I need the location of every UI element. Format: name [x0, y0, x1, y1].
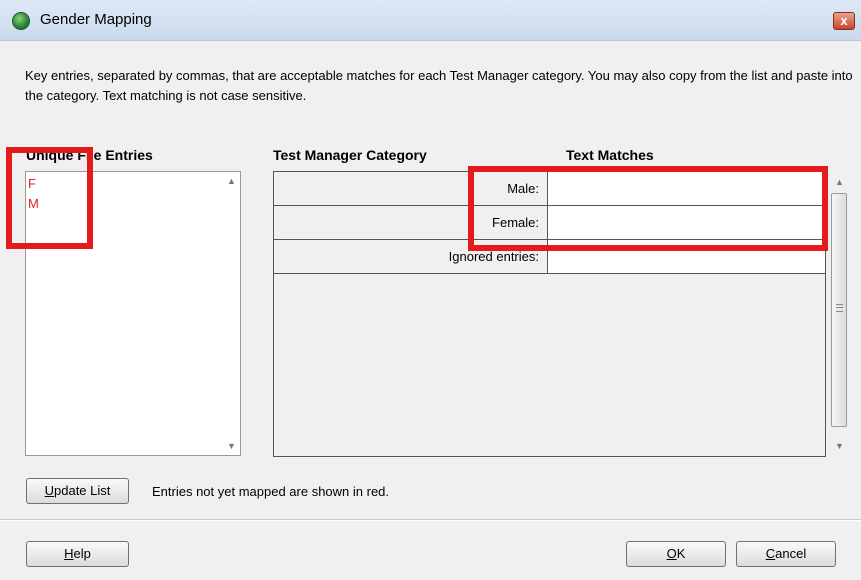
- cancel-label: ancel: [775, 546, 807, 561]
- title-bar: Gender Mapping x: [0, 0, 861, 41]
- grip-icon: [836, 304, 843, 312]
- grid-scroll-thumb[interactable]: [831, 193, 847, 427]
- highlight-box-matches: [468, 166, 828, 251]
- scroll-down-arrow-icon[interactable]: ▼: [227, 441, 236, 451]
- cancel-button[interactable]: Cancel: [736, 541, 836, 567]
- grid-scroll-down-icon[interactable]: ▼: [835, 441, 844, 451]
- app-globe-icon: [12, 12, 30, 30]
- cancel-mnemonic: C: [765, 546, 776, 561]
- help-button[interactable]: Help: [26, 541, 129, 567]
- text-matches-header: Text Matches: [566, 147, 654, 163]
- ok-button[interactable]: OK: [626, 541, 726, 567]
- category-header: Test Manager Category: [273, 147, 427, 163]
- grid-scrollbar[interactable]: ▲ ▼: [829, 171, 849, 457]
- list-scrollbar[interactable]: ▲ ▼: [224, 172, 240, 455]
- ok-mnemonic: O: [666, 546, 677, 561]
- grid-scroll-up-icon[interactable]: ▲: [835, 177, 844, 187]
- update-list-label: pdate List: [54, 483, 111, 498]
- window-title: Gender Mapping: [40, 11, 152, 28]
- help-label: elp: [73, 546, 91, 561]
- update-list-button[interactable]: Update List: [26, 478, 129, 504]
- update-list-mnemonic: U: [44, 483, 54, 498]
- instructions-text: Key entries, separated by commas, that a…: [25, 68, 853, 103]
- ok-label: K: [676, 546, 686, 561]
- highlight-box-entries: [6, 147, 93, 249]
- unmapped-note: Entries not yet mapped are shown in red.: [152, 484, 390, 499]
- footer-separator: [0, 519, 861, 521]
- scroll-up-arrow-icon[interactable]: ▲: [227, 176, 236, 186]
- close-button[interactable]: x: [833, 12, 855, 30]
- help-mnemonic: H: [64, 546, 74, 561]
